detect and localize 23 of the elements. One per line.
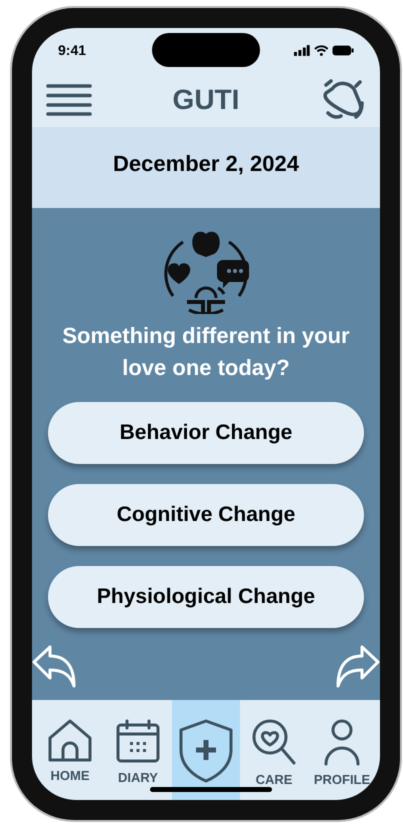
forward-arrow-icon[interactable] xyxy=(334,644,380,690)
shield-plus-icon xyxy=(178,718,234,784)
option-button[interactable]: Physiological Change xyxy=(48,566,364,628)
option-button[interactable]: Behavior Change xyxy=(48,402,364,464)
back-arrow-icon[interactable] xyxy=(32,644,78,690)
battery-icon xyxy=(332,44,354,56)
calendar-icon xyxy=(115,718,161,764)
tab-button[interactable]: DIARY xyxy=(104,700,172,800)
wifi-icon xyxy=(314,44,328,56)
question-text: Something different in your love one today? xyxy=(61,322,351,382)
tab-button[interactable]: HOME xyxy=(36,700,104,800)
home-icon xyxy=(47,718,93,762)
heart-magnifier-icon xyxy=(251,718,297,766)
tab-button[interactable]: CARE xyxy=(240,700,308,800)
person-icon xyxy=(322,718,362,766)
signal-icon xyxy=(294,44,310,56)
status-time: 9:41 xyxy=(58,40,88,60)
tab-button[interactable]: PROFILE xyxy=(308,700,376,800)
option-button[interactable]: Cognitive Change xyxy=(48,484,364,546)
tab-button[interactable] xyxy=(172,700,240,800)
app-title: GUTI xyxy=(172,82,240,116)
date-text: December 2, 2024 xyxy=(113,150,299,178)
menu-icon[interactable] xyxy=(46,82,92,116)
